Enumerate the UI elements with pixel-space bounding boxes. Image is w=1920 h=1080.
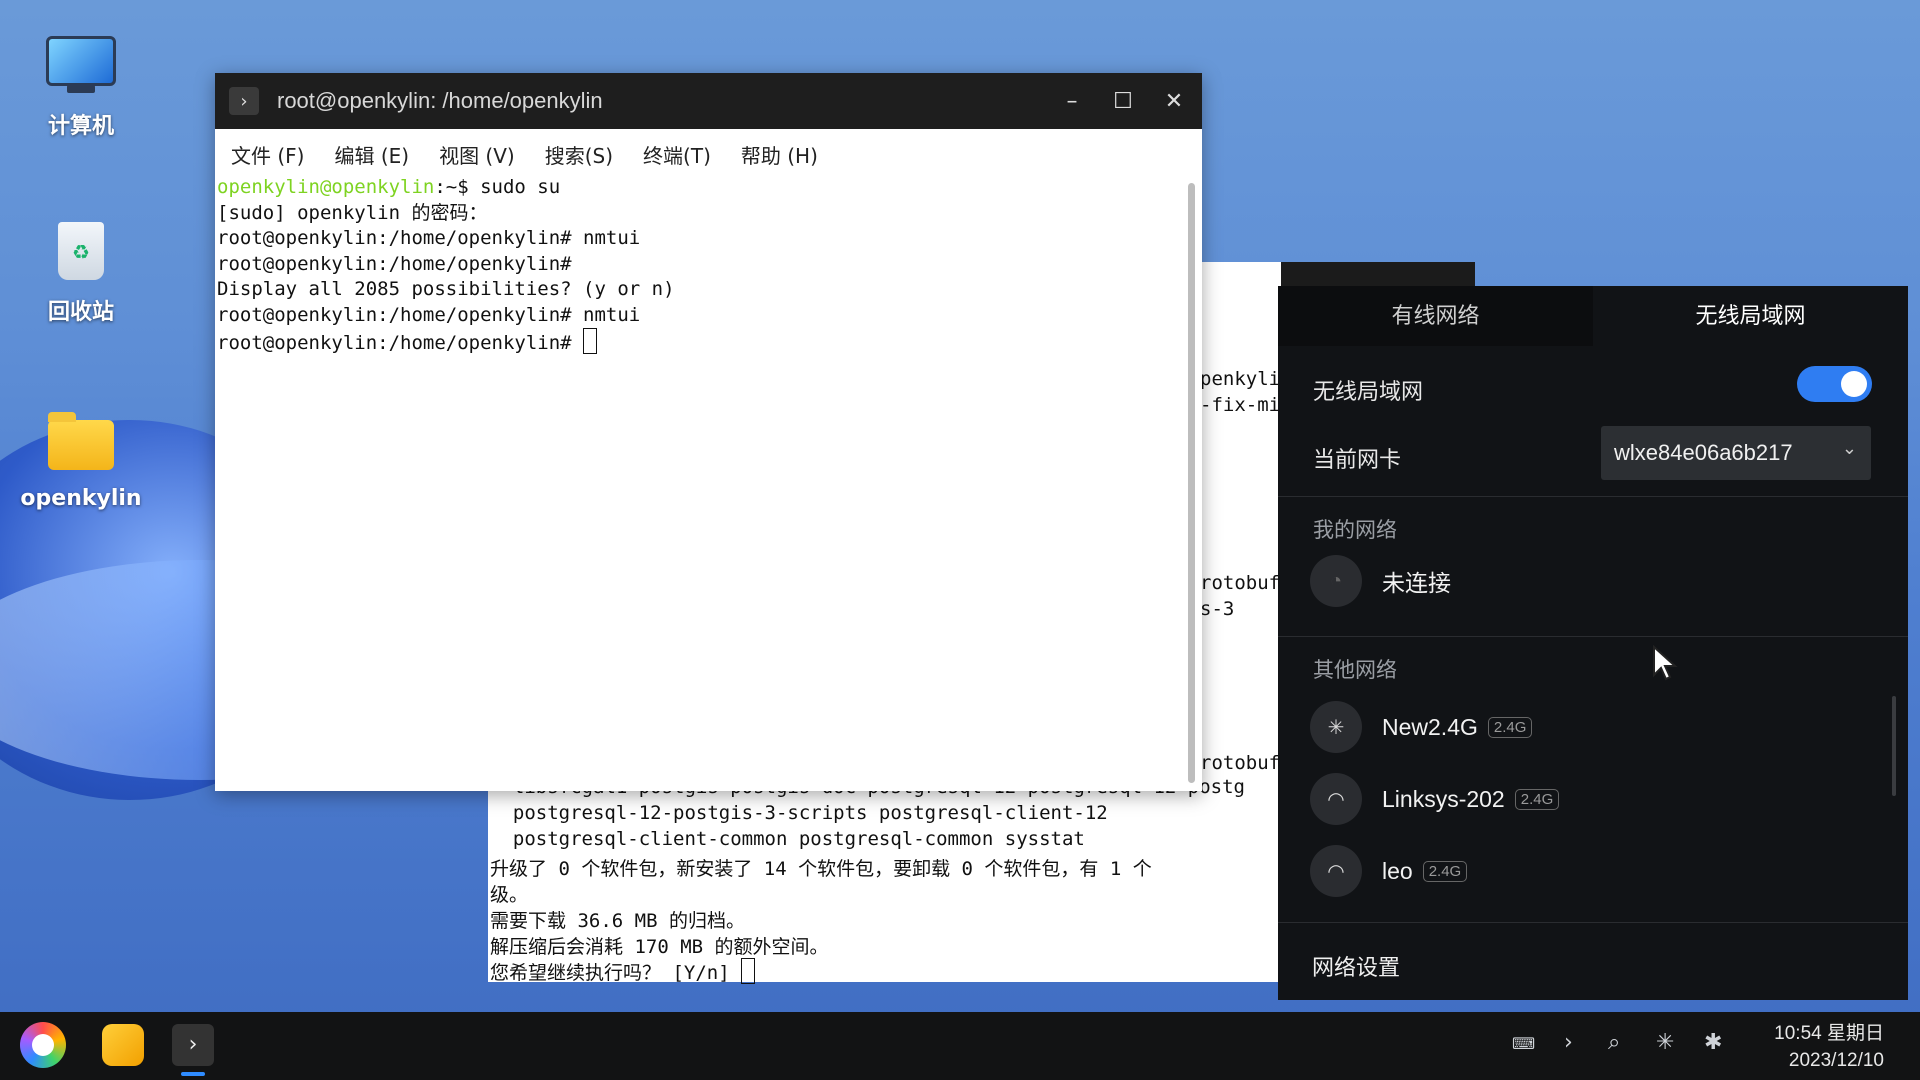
my-network-item[interactable]: ◔ 未连接 — [1310, 555, 1451, 607]
close-button[interactable]: ✕ — [1159, 87, 1189, 117]
network-tabs: 有线网络 无线局域网 — [1278, 286, 1908, 346]
bluetooth-icon[interactable]: ✱ — [1704, 1030, 1722, 1055]
clock[interactable]: 10:54 星期日 2023/12/10 — [1774, 1020, 1884, 1074]
terminal-taskbar-button[interactable]: › — [172, 1024, 214, 1066]
wireless-toggle-label: 无线局域网 — [1313, 379, 1424, 404]
network-item[interactable]: ✳ New2.4G 2.4G — [1310, 701, 1533, 753]
wifi-locked-icon: ◠ — [1310, 845, 1362, 897]
divider — [1278, 922, 1908, 923]
prompt-command: :~$ sudo su — [434, 176, 561, 198]
terminal-line: 升级了 0 个软件包，新安装了 14 个软件包，要卸载 0 个软件包，有 1 个 — [490, 858, 1152, 880]
network-settings-link[interactable]: 网络设置 — [1312, 950, 1400, 982]
terminal-line: 您希望继续执行吗？ [Y/n] — [490, 958, 756, 985]
tab-wired[interactable]: 有线网络 — [1278, 286, 1593, 346]
home-folder-icon — [48, 412, 114, 470]
terminal-scrollbar[interactable] — [1188, 183, 1195, 783]
terminal-line: penkyli — [1200, 368, 1281, 390]
menu-file[interactable]: 文件 (F) — [231, 140, 304, 169]
taskbar: › ⌨ › ⌕ ✳ ✱ 10:54 星期日 2023/12/10 — [0, 1012, 1920, 1080]
terminal-window[interactable]: › root@openkylin: /home/openkylin – ☐ ✕ … — [215, 73, 1202, 791]
active-indicator — [181, 1072, 205, 1076]
desktop-icon-label: openkylin — [20, 486, 142, 511]
desktop-icon-trash[interactable]: ♻ 回收站 — [20, 222, 142, 326]
network-name: Linksys-202 — [1382, 785, 1505, 812]
band-badge: 2.4G — [1514, 788, 1560, 810]
trash-icon: ♻ — [58, 222, 104, 280]
terminal-app-icon: › — [229, 87, 259, 115]
chevron-right-icon[interactable]: › — [1564, 1030, 1573, 1055]
desktop-icon-computer[interactable]: 计算机 — [20, 36, 142, 140]
nic-select-value: wlxe84e06a6b217 — [1614, 440, 1793, 465]
wifi-disconnected-icon: ◔ — [1310, 555, 1362, 607]
window-title: root@openkylin: /home/openkylin — [277, 88, 603, 113]
wireless-toggle[interactable] — [1797, 366, 1872, 402]
terminal-cursor — [741, 958, 756, 984]
menu-help[interactable]: 帮助 (H) — [741, 140, 818, 169]
divider — [1278, 636, 1908, 637]
terminal-line: [sudo] openkylin 的密码： — [217, 201, 488, 224]
terminal-line: root@openkylin:/home/openkylin# nmtui — [217, 227, 641, 249]
terminal-line: rotobuf — [1200, 752, 1281, 774]
tab-wireless[interactable]: 无线局域网 — [1593, 286, 1908, 346]
mouse-pointer-icon — [1653, 645, 1678, 681]
terminal-line: -fix-mi — [1200, 394, 1281, 416]
section-my-networks: 我的网络 — [1313, 519, 1397, 542]
network-loading-icon[interactable]: ✳ — [1656, 1030, 1674, 1055]
menu-edit[interactable]: 编辑 (E) — [334, 140, 409, 169]
terminal-line: rotobuf — [1200, 572, 1281, 594]
terminal-line: 需要下载 36.6 MB 的归档。 — [490, 910, 745, 932]
network-name: leo — [1382, 857, 1413, 884]
terminal-output[interactable]: openkylin@openkylin:~$ sudo su [sudo] op… — [217, 175, 1177, 357]
terminal-line: 解压缩后会消耗 170 MB 的额外空间。 — [490, 936, 829, 958]
terminal-line: root@openkylin:/home/openkylin# — [217, 252, 572, 275]
terminal-line: root@openkylin:/home/openkylin# — [217, 328, 1177, 357]
terminal-line: Display all 2085 possibilities? (y or n) — [217, 278, 675, 300]
desktop-icon-label: 回收站 — [47, 300, 114, 325]
nic-label: 当前网卡 — [1313, 447, 1402, 472]
maximize-button[interactable]: ☐ — [1108, 87, 1138, 117]
start-menu-button[interactable] — [20, 1022, 66, 1068]
divider — [1278, 496, 1908, 497]
keyboard-icon[interactable]: ⌨ — [1512, 1034, 1535, 1053]
app-launcher-button[interactable] — [102, 1024, 144, 1066]
terminal-line: 级。 — [490, 884, 529, 906]
chevron-down-icon: ⌄ — [1841, 438, 1857, 458]
terminal-line: postgresql-12-postgis-3-scripts postgres… — [490, 802, 1108, 824]
network-status: 未连接 — [1382, 570, 1451, 596]
terminal-line: root@openkylin:/home/openkylin# nmtui — [217, 303, 641, 326]
loading-spinner-icon: ✳ — [1310, 701, 1362, 753]
nic-select[interactable]: wlxe84e06a6b217 ⌄ — [1601, 426, 1871, 480]
section-other-networks: 其他网络 — [1313, 659, 1397, 682]
terminal-titlebar[interactable]: › root@openkylin: /home/openkylin – ☐ ✕ — [215, 73, 1202, 129]
band-badge: 2.4G — [1487, 716, 1533, 738]
terminal-line: s-3 — [1200, 598, 1235, 620]
terminal-cursor — [583, 328, 598, 354]
search-icon[interactable]: ⌕ — [1608, 1030, 1620, 1055]
network-list-scrollbar[interactable] — [1892, 696, 1896, 796]
band-badge: 2.4G — [1422, 860, 1468, 882]
menu-view[interactable]: 视图 (V) — [439, 140, 515, 169]
network-name: New2.4G — [1382, 713, 1478, 740]
terminal-line: postgresql-client-common postgresql-comm… — [490, 828, 1085, 850]
terminal-menubar: 文件 (F) 编辑 (E) 视图 (V) 搜索(S) 终端(T) 帮助 (H) — [215, 129, 1202, 179]
minimize-button[interactable]: – — [1057, 87, 1087, 117]
computer-icon — [46, 36, 116, 93]
network-panel: 有线网络 无线局域网 无线局域网 当前网卡 wlxe84e06a6b217 ⌄ … — [1278, 286, 1908, 1000]
menu-terminal[interactable]: 终端(T) — [643, 140, 711, 169]
network-item[interactable]: ◠ leo 2.4G — [1310, 845, 1468, 897]
menu-search[interactable]: 搜索(S) — [545, 140, 613, 169]
network-item[interactable]: ◠ Linksys-202 2.4G — [1310, 773, 1560, 825]
terminal-line: openkylin@openkylin:~$ sudo su — [217, 175, 1177, 201]
desktop-icon-home-folder[interactable]: openkylin — [20, 412, 142, 511]
clock-time: 10:54 星期日 — [1774, 1023, 1884, 1044]
desktop-icon-label: 计算机 — [47, 114, 114, 139]
prompt-user: openkylin@openkylin — [217, 176, 435, 198]
clock-date: 2023/12/10 — [1788, 1050, 1884, 1071]
wifi-locked-icon: ◠ — [1310, 773, 1362, 825]
